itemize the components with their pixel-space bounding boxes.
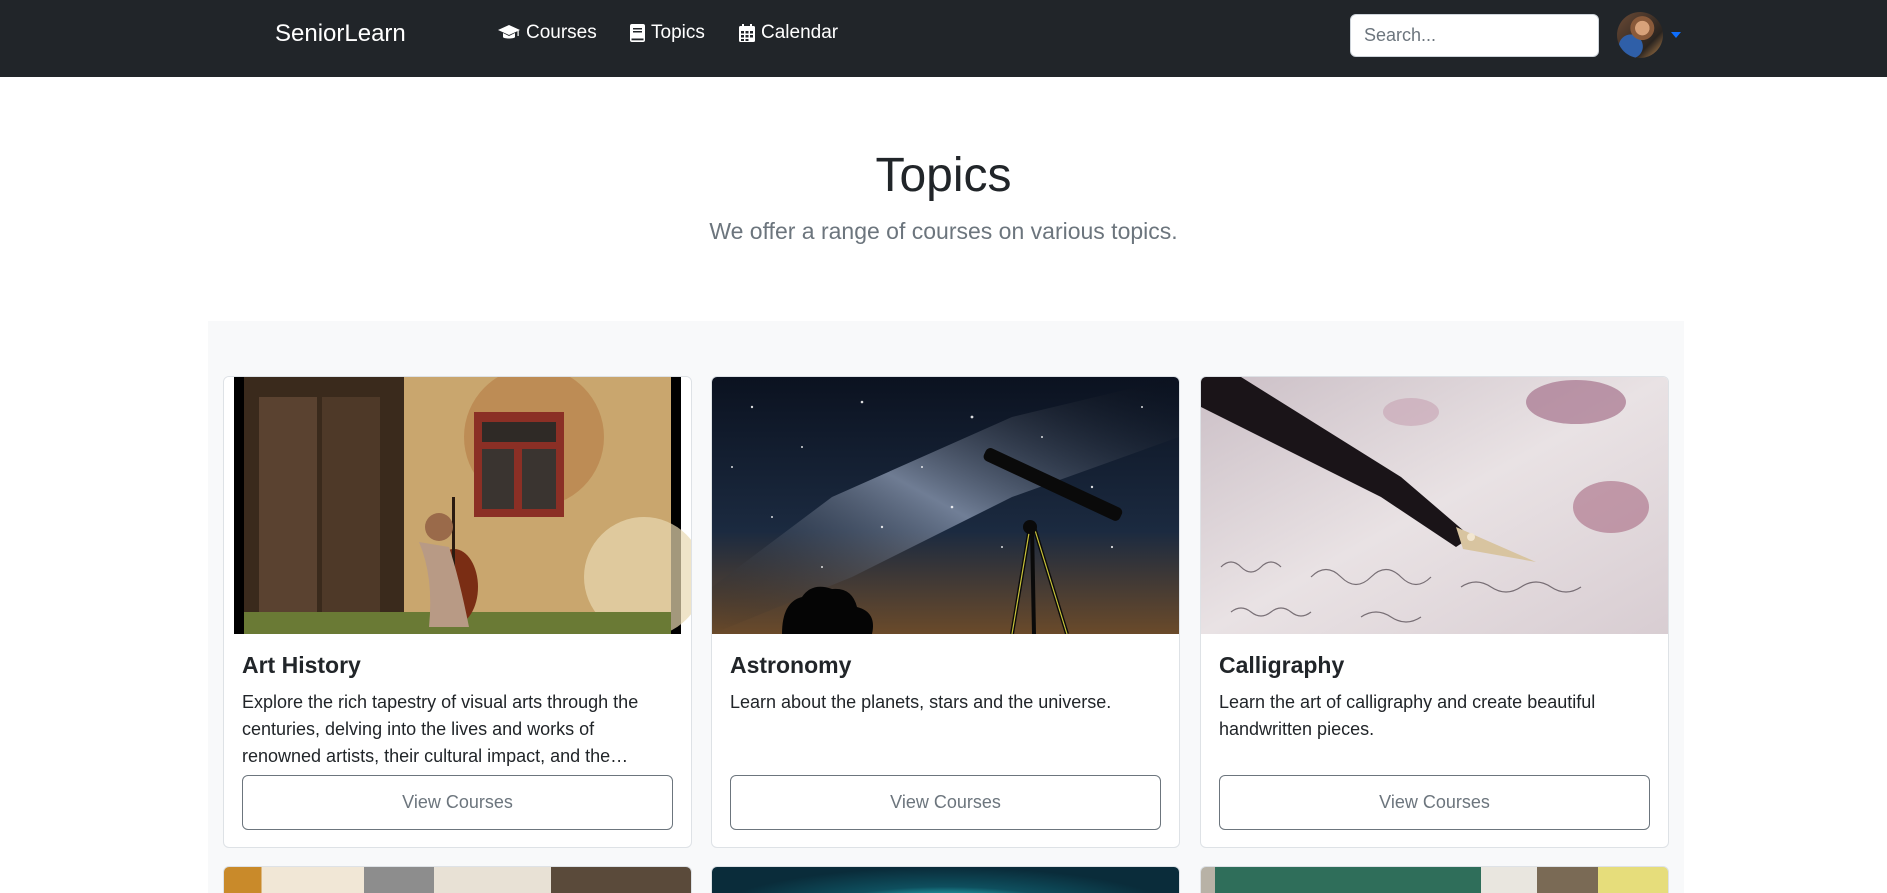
chevron-down-icon [1671,32,1681,38]
search-input[interactable] [1350,14,1599,57]
nav-link-calendar[interactable]: Calendar [739,22,838,44]
brand-logo-link[interactable]: SeniorLearn [275,20,406,48]
topic-image-calligraphy [1201,377,1668,634]
graduation-cap-icon [498,25,520,41]
topic-image-art-history [224,377,691,634]
calendar-icon [739,24,755,42]
view-courses-button[interactable]: View Courses [1219,775,1650,830]
page-subtitle: We offer a range of courses on various t… [709,218,1178,244]
topic-description: Explore the rich tapestry of visual arts… [242,692,639,766]
avatar [1617,12,1663,58]
topic-card-astronomy: Astronomy Learn about the planets, stars… [711,376,1180,848]
nav-link-label: Calendar [761,22,839,43]
topic-card-partial [1200,866,1669,893]
topic-title: Astronomy [730,652,852,678]
view-courses-button[interactable]: View Courses [242,775,673,830]
page-title: Topics [875,149,1012,202]
top-navbar: SeniorLearn Courses Topics Calendar [0,0,1887,77]
topic-card-partial [223,866,692,893]
view-courses-button[interactable]: View Courses [730,775,1161,830]
nav-link-topics[interactable]: Topics [630,22,705,44]
nav-link-label: Courses [526,22,597,43]
topic-title: Calligraphy [1219,652,1345,678]
topic-image-astronomy [712,377,1179,634]
user-menu-toggle[interactable] [1617,12,1681,58]
topic-description: Learn the art of calligraphy and create … [1219,692,1596,739]
book-icon [630,24,645,42]
nav-link-label: Topics [651,22,705,43]
topic-title: Art History [242,652,361,678]
nav-link-courses[interactable]: Courses [498,22,597,44]
topic-card-calligraphy: Calligraphy Learn the art of calligraphy… [1200,376,1669,848]
topic-description: Learn about the planets, stars and the u… [730,692,1112,712]
topic-card-art-history: Art History Explore the rich tapestry of… [223,376,692,848]
topic-card-partial [711,866,1180,893]
